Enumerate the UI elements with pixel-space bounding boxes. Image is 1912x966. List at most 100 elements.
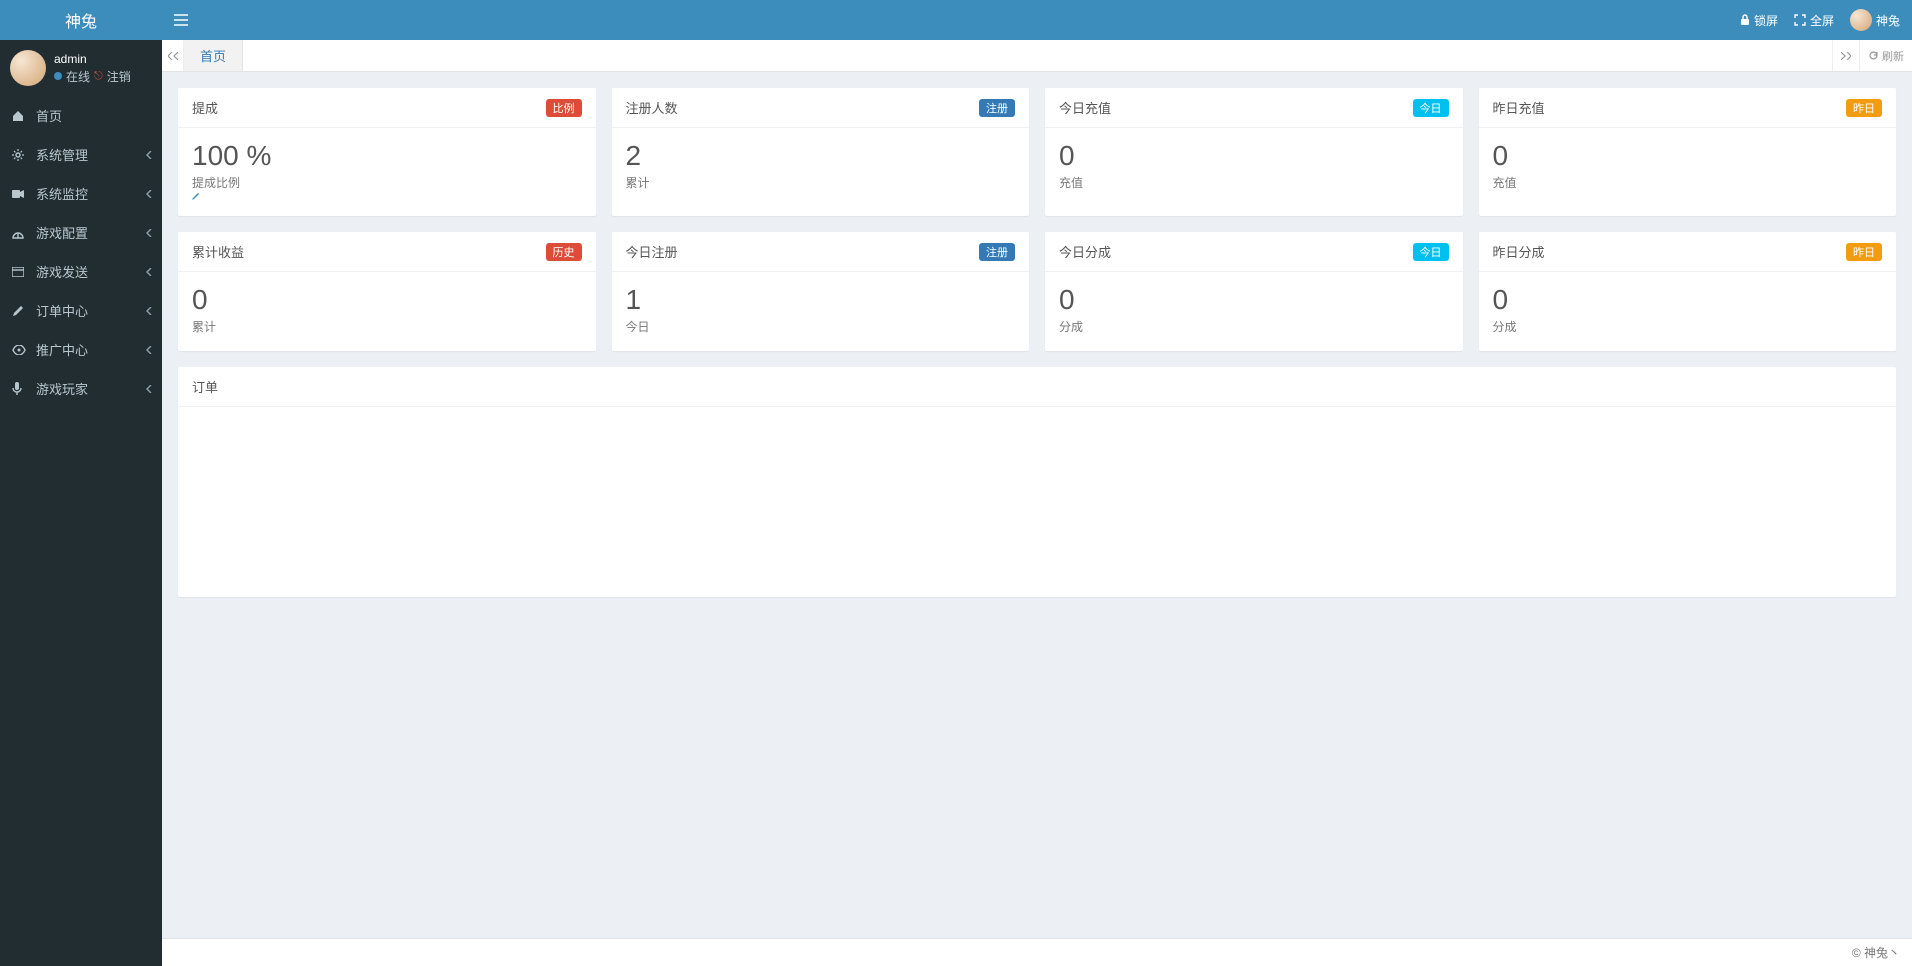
- user-name: admin: [54, 52, 131, 66]
- edit-icon[interactable]: [192, 191, 582, 200]
- card-badge: 注册: [979, 99, 1015, 117]
- sidebar-item-0[interactable]: 首页: [0, 96, 162, 135]
- card-sublabel: 分成: [1493, 320, 1517, 334]
- dashboard-icon: [12, 227, 30, 239]
- lockscreen-button[interactable]: 锁屏: [1740, 12, 1778, 29]
- fullscreen-button[interactable]: 全屏: [1794, 12, 1834, 29]
- sidebar-item-label: 游戏配置: [36, 223, 88, 242]
- card-badge: 比例: [546, 99, 582, 117]
- card-title: 累计收益: [192, 242, 244, 261]
- chevron-left-icon: [146, 151, 152, 159]
- stat-card-2: 今日充值 今日 0 充值: [1045, 88, 1463, 216]
- card-badge: 昨日: [1846, 99, 1882, 117]
- stat-card-0: 提成比例100 %提成比例: [178, 88, 596, 216]
- logout-icon: ⎋: [94, 70, 103, 83]
- copyright: © 神兔丶: [1852, 944, 1900, 961]
- orders-panel-body: [178, 407, 1896, 597]
- user-menu[interactable]: 神兔: [1850, 9, 1900, 31]
- sidebar-item-label: 订单中心: [36, 301, 88, 320]
- card-badge: 注册: [979, 243, 1015, 261]
- card-sublabel: 累计: [192, 320, 216, 334]
- card-badge: 今日: [1413, 99, 1449, 117]
- stat-card-4: 累计收益 历史 0 累计: [178, 232, 596, 351]
- card-value: 0: [192, 284, 582, 316]
- card-sublabel: 充值: [1493, 176, 1517, 190]
- chevron-left-icon: [146, 307, 152, 315]
- stat-card-7: 昨日分成 昨日 0 分成: [1479, 232, 1897, 351]
- card-badge: 昨日: [1846, 243, 1882, 261]
- chevron-left-icon: [146, 229, 152, 237]
- sidebar-item-4[interactable]: 游戏发送: [0, 252, 162, 291]
- sidebar: 神兔 admin 在线 ⎋ 注销 首页系统管理系统监控游戏配置游戏发送订单中心推…: [0, 0, 162, 966]
- lock-icon: [1740, 14, 1750, 26]
- fullscreen-label: 全屏: [1810, 12, 1834, 29]
- refresh-icon: [1868, 50, 1879, 61]
- card-sublabel: 分成: [1059, 320, 1083, 334]
- card-title: 注册人数: [626, 98, 678, 117]
- card-value: 0: [1059, 140, 1449, 172]
- card-value: 2: [626, 140, 1016, 172]
- footer: © 神兔丶: [162, 938, 1912, 966]
- refresh-label: 刷新: [1882, 48, 1904, 64]
- card-sublabel: 充值: [1059, 176, 1083, 190]
- card-title: 今日注册: [626, 242, 678, 261]
- sidebar-item-label: 游戏玩家: [36, 379, 88, 398]
- card-value: 0: [1493, 284, 1883, 316]
- card-value: 100 %: [192, 140, 582, 172]
- sidebar-item-label: 推广中心: [36, 340, 88, 359]
- card-title: 昨日分成: [1493, 242, 1545, 261]
- menu-toggle-icon[interactable]: [174, 14, 188, 26]
- lockscreen-label: 锁屏: [1754, 12, 1778, 29]
- user-panel: admin 在线 ⎋ 注销: [0, 40, 162, 96]
- avatar[interactable]: [10, 50, 46, 86]
- gear-icon: [12, 149, 30, 161]
- app-logo[interactable]: 神兔: [0, 0, 162, 40]
- sidebar-item-1[interactable]: 系统管理: [0, 135, 162, 174]
- card-value: 0: [1059, 284, 1449, 316]
- card-badge: 今日: [1413, 243, 1449, 261]
- stat-card-5: 今日注册 注册 1 今日: [612, 232, 1030, 351]
- sidebar-item-label: 系统管理: [36, 145, 88, 164]
- chevron-left-icon: [146, 385, 152, 393]
- logout-link[interactable]: 注销: [107, 68, 131, 85]
- card-title: 提成: [192, 98, 218, 117]
- chevron-left-icon: [146, 346, 152, 354]
- home-icon: [12, 110, 30, 122]
- online-dot-icon: [54, 72, 62, 80]
- sidebar-item-label: 首页: [36, 106, 62, 125]
- sidebar-item-6[interactable]: 推广中心: [0, 330, 162, 369]
- card-value: 0: [1493, 140, 1883, 172]
- mic-icon: [12, 382, 30, 396]
- chevron-left-icon: [146, 190, 152, 198]
- card-title: 今日充值: [1059, 98, 1111, 117]
- sidebar-item-5[interactable]: 订单中心: [0, 291, 162, 330]
- topbar-username: 神兔: [1876, 12, 1900, 29]
- expand-icon: [1794, 14, 1806, 26]
- sidebar-menu: 首页系统管理系统监控游戏配置游戏发送订单中心推广中心游戏玩家: [0, 96, 162, 408]
- card-sublabel: 今日: [626, 320, 650, 334]
- card-sublabel: 累计: [626, 176, 650, 190]
- card-title: 今日分成: [1059, 242, 1111, 261]
- camera-icon: [12, 189, 30, 199]
- box-icon: [12, 267, 30, 277]
- tab-scroll-left[interactable]: [162, 40, 184, 71]
- sidebar-item-label: 游戏发送: [36, 262, 88, 281]
- stat-card-3: 昨日充值 昨日 0 充值: [1479, 88, 1897, 216]
- card-sublabel: 提成比例: [192, 176, 240, 190]
- sidebar-item-2[interactable]: 系统监控: [0, 174, 162, 213]
- online-status: 在线: [66, 68, 90, 85]
- card-title: 昨日充值: [1493, 98, 1545, 117]
- sidebar-item-label: 系统监控: [36, 184, 88, 203]
- sidebar-item-7[interactable]: 游戏玩家: [0, 369, 162, 408]
- topbar: 锁屏 全屏 神兔: [162, 0, 1912, 40]
- card-value: 1: [626, 284, 1016, 316]
- tab-home[interactable]: 首页: [184, 40, 243, 71]
- sidebar-item-3[interactable]: 游戏配置: [0, 213, 162, 252]
- content-area: 提成比例100 %提成比例注册人数注册2累计今日充值今日0充值昨日充值昨日0充值…: [162, 72, 1912, 938]
- orders-panel-title: 订单: [178, 367, 1896, 407]
- refresh-button[interactable]: 刷新: [1859, 40, 1912, 71]
- eye-icon: [12, 345, 30, 355]
- tab-scroll-right[interactable]: [1832, 40, 1859, 71]
- card-badge: 历史: [546, 243, 582, 261]
- tab-strip: 首页 刷新: [162, 40, 1912, 72]
